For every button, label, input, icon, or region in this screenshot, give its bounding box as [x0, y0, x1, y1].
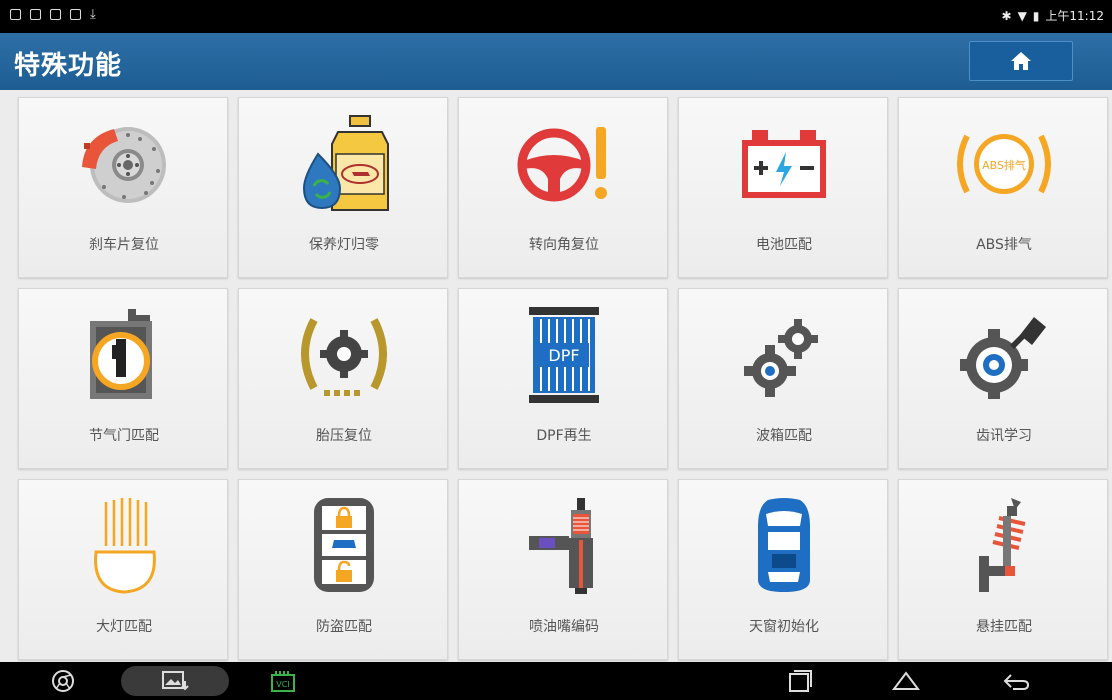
image-notification-icon — [30, 9, 41, 20]
vci-icon: VCI — [271, 671, 295, 692]
function-tile-suspension-matching[interactable]: 悬挂匹配 — [898, 479, 1108, 660]
notification-icons: ⤓ — [10, 7, 96, 22]
function-label: 刹车片复位 — [89, 237, 159, 253]
battery-icon: ▮ — [1032, 8, 1040, 23]
screenshot-button[interactable] — [121, 666, 229, 696]
vci-text: VCI — [276, 680, 289, 689]
function-tile-service-light-reset[interactable]: 保养灯归零 — [238, 97, 448, 278]
bluetooth-icon: ✱ — [1001, 8, 1012, 23]
function-tile-gear-learning[interactable]: 齿讯学习 — [898, 288, 1108, 469]
screenshot-icon — [162, 671, 189, 691]
function-tile-dpf-regeneration[interactable]: DPF DPF再生 — [458, 288, 668, 469]
status-bar: ⤓ ✱ ▼ ▮ 上午11:12 — [0, 0, 1112, 33]
function-label: 防盗匹配 — [316, 619, 372, 635]
notification-icon — [70, 9, 81, 20]
function-tile-headlight-matching[interactable]: 大灯匹配 — [18, 479, 228, 660]
download-icon: ⤓ — [90, 7, 96, 22]
function-label: 保养灯归零 — [309, 237, 379, 253]
recent-apps-icon — [789, 670, 812, 692]
function-label: 转向角复位 — [529, 237, 599, 253]
function-label: 喷油嘴编码 — [529, 619, 599, 635]
gears-icon — [744, 319, 818, 397]
oil-bottle-icon — [302, 115, 389, 211]
dpf-badge-text: DPF — [548, 346, 579, 365]
function-label: ABS排气 — [976, 237, 1032, 253]
function-label: 悬挂匹配 — [976, 619, 1032, 635]
function-tile-abs-bleeding[interactable]: ABS排气 ABS排气 — [898, 97, 1108, 278]
clock: 上午11:12 — [1045, 9, 1104, 23]
car-lock-icon — [314, 498, 374, 592]
home-button[interactable] — [969, 41, 1073, 81]
function-tile-gearbox-matching[interactable]: 波箱匹配 — [678, 288, 888, 469]
back-icon — [1003, 674, 1030, 690]
function-label: 节气门匹配 — [89, 428, 159, 444]
function-label: 齿讯学习 — [976, 428, 1032, 444]
recent-apps-button[interactable] — [780, 666, 820, 696]
browser-button[interactable] — [46, 666, 80, 696]
function-label: 胎压复位 — [316, 428, 372, 444]
headlight-icon — [94, 498, 156, 594]
function-tile-steering-angle-reset[interactable]: 转向角复位 — [458, 97, 668, 278]
notification-icon — [50, 9, 61, 20]
sunroof-car-icon — [758, 498, 810, 592]
abs-badge-text: ABS排气 — [982, 158, 1026, 172]
function-tile-brake-pad-reset[interactable]: 刹车片复位 — [18, 97, 228, 278]
function-tile-sunroof-init[interactable]: 天窗初始化 — [678, 479, 888, 660]
function-tile-battery-matching[interactable]: 电池匹配 — [678, 97, 888, 278]
vci-button[interactable]: VCI — [266, 666, 300, 696]
crank-sensor-icon — [960, 317, 1046, 399]
suspension-icon — [979, 498, 1026, 592]
function-label: 大灯匹配 — [96, 619, 152, 635]
title-bar: 特殊功能 — [0, 33, 1112, 90]
function-label: 波箱匹配 — [756, 428, 812, 444]
function-tile-throttle-matching[interactable]: 节气门匹配 — [18, 288, 228, 469]
abs-warning-icon: ABS排气 — [957, 134, 1051, 194]
home-outline-icon — [892, 671, 920, 690]
function-label: 电池匹配 — [756, 237, 812, 253]
home-icon — [1011, 52, 1031, 70]
system-tray: ✱ ▼ ▮ 上午11:12 — [1002, 7, 1105, 24]
dpf-filter-icon: DPF — [529, 307, 599, 403]
function-tile-immobilizer-matching[interactable]: 防盗匹配 — [238, 479, 448, 660]
function-label: DPF再生 — [536, 428, 592, 444]
home-nav-button[interactable] — [886, 666, 926, 696]
function-tile-injector-coding[interactable]: 喷油嘴编码 — [458, 479, 668, 660]
function-tile-tpms-reset[interactable]: 胎压复位 — [238, 288, 448, 469]
wifi-icon: ▼ — [1017, 8, 1027, 23]
injector-icon — [529, 498, 593, 594]
back-button[interactable] — [996, 666, 1036, 696]
function-label: 天窗初始化 — [749, 619, 819, 635]
page-title: 特殊功能 — [14, 51, 123, 81]
throttle-body-icon — [90, 309, 152, 399]
chrome-icon — [52, 670, 74, 692]
notification-icon — [10, 9, 21, 20]
brake-disc-icon — [82, 127, 166, 203]
battery-icon — [742, 130, 826, 198]
tire-pressure-icon — [301, 318, 387, 396]
steering-wheel-warning-icon — [517, 127, 607, 202]
navigation-bar: VCI — [0, 662, 1112, 700]
